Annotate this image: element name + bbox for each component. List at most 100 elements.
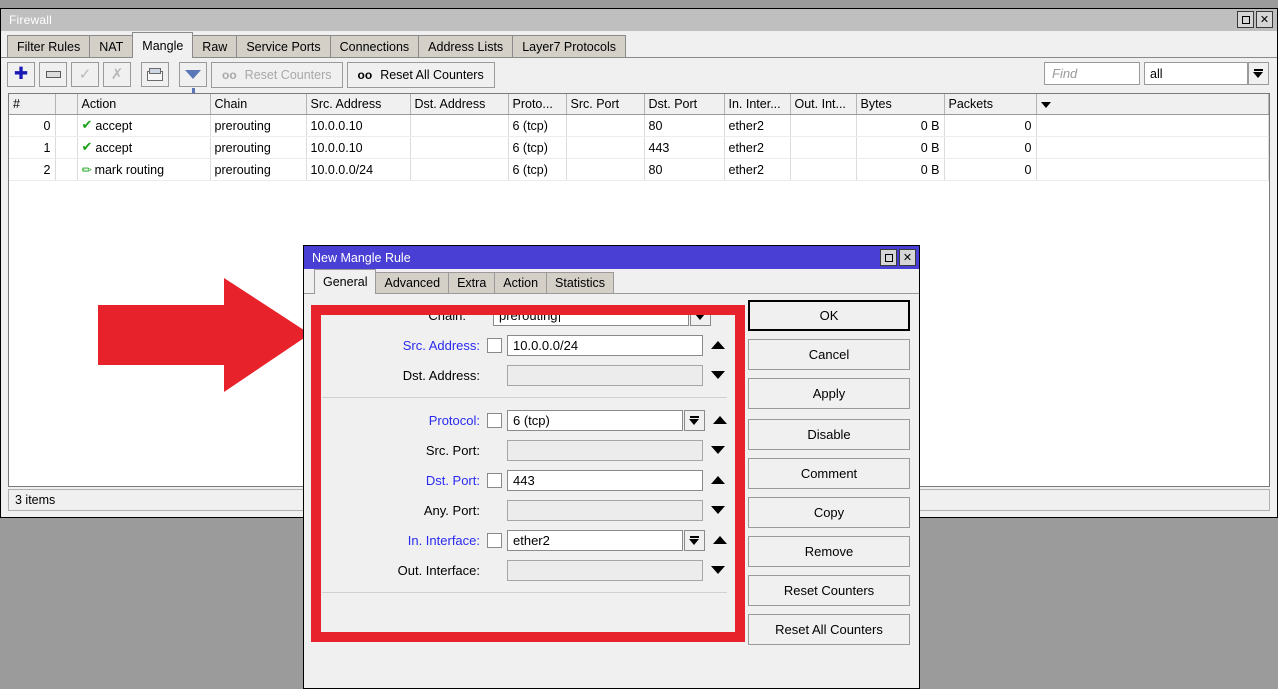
dst-port-checkbox[interactable]: [487, 472, 502, 488]
find-input[interactable]: Find: [1044, 62, 1140, 85]
firewall-toolbar: ✚ ✓ ✗ oo Reset Counters oo Reset All Cou…: [1, 58, 1277, 94]
remove-button[interactable]: Remove: [748, 536, 910, 567]
field-row-in-interface: In. Interface: ether2: [312, 525, 737, 555]
filter-button[interactable]: [179, 62, 207, 94]
cell-action: ✔ accept: [77, 114, 211, 137]
col-src-address[interactable]: Src. Address: [306, 94, 411, 115]
col-src-port[interactable]: Src. Port: [566, 94, 645, 115]
col-dst-port[interactable]: Dst. Port: [644, 94, 725, 115]
maximize-icon[interactable]: [880, 249, 897, 266]
maximize-icon[interactable]: [1237, 11, 1254, 28]
src-port-expander-icon[interactable]: [707, 440, 729, 460]
firewall-tabs: Filter Rules NAT Mangle Raw Service Port…: [1, 31, 1277, 58]
column-chooser-icon[interactable]: [1036, 94, 1269, 115]
dialog-tab-general[interactable]: General: [314, 269, 377, 294]
in-interface-input[interactable]: ether2: [507, 529, 683, 551]
table-row[interactable]: 2 ✎ mark routing prerouting 10.0.0.0/24 6…: [9, 158, 1269, 181]
tab-connections[interactable]: Connections: [329, 35, 420, 57]
any-port-label: Any. Port:: [423, 502, 480, 518]
check-icon: ✓: [78, 65, 92, 83]
col-chain[interactable]: Chain: [210, 94, 307, 115]
pencil-icon: ✎: [78, 160, 96, 179]
col-action[interactable]: Action: [77, 94, 211, 115]
tab-layer7-protocols[interactable]: Layer7 Protocols: [512, 35, 626, 57]
tab-filter-rules[interactable]: Filter Rules: [7, 35, 91, 57]
tab-address-lists[interactable]: Address Lists: [418, 35, 514, 57]
dialog-tab-action[interactable]: Action: [494, 272, 548, 293]
cell-dst-address: [410, 114, 509, 137]
tab-nat[interactable]: NAT: [89, 35, 134, 57]
find-scope-dropdown-icon[interactable]: [1248, 62, 1269, 85]
protocol-input[interactable]: 6 (tcp): [507, 409, 683, 431]
col-index[interactable]: #: [9, 94, 56, 115]
col-protocol[interactable]: Proto...: [508, 94, 567, 115]
close-icon[interactable]: ✕: [1256, 11, 1273, 28]
chain-dropdown-icon[interactable]: [690, 304, 711, 326]
cell-action: ✎ mark routing: [77, 158, 211, 181]
tab-raw[interactable]: Raw: [192, 35, 238, 57]
any-port-expander-icon[interactable]: [707, 500, 729, 520]
protocol-expander-icon[interactable]: [709, 410, 731, 430]
in-interface-dropdown-icon[interactable]: [684, 529, 705, 551]
protocol-label: Protocol:: [428, 412, 480, 428]
cell-out-interface: [790, 136, 857, 159]
reset-counters-button[interactable]: Reset Counters: [748, 575, 910, 606]
dst-address-input[interactable]: [507, 364, 703, 386]
cancel-button[interactable]: Cancel: [748, 339, 910, 370]
in-interface-expander-icon[interactable]: [709, 530, 731, 550]
dst-address-expander-icon[interactable]: [707, 365, 729, 385]
col-bytes[interactable]: Bytes: [856, 94, 945, 115]
comment-button[interactable]: Comment: [748, 458, 910, 489]
dst-port-expander-icon[interactable]: [707, 470, 729, 490]
add-button[interactable]: ✚: [7, 62, 35, 87]
plus-icon: ✚: [13, 64, 29, 84]
reset-all-counters-button[interactable]: oo Reset All Counters: [346, 61, 495, 88]
comment-button[interactable]: [141, 62, 169, 87]
src-port-input[interactable]: [507, 439, 703, 461]
copy-button[interactable]: Copy: [748, 497, 910, 528]
protocol-checkbox[interactable]: [487, 412, 502, 428]
col-packets[interactable]: Packets: [944, 94, 1037, 115]
out-interface-input[interactable]: [507, 559, 703, 581]
any-port-input[interactable]: [507, 499, 703, 521]
col-dst-address[interactable]: Dst. Address: [410, 94, 509, 115]
cell-packets: 0: [944, 114, 1037, 137]
col-flags[interactable]: [55, 94, 78, 115]
tab-mangle[interactable]: Mangle: [132, 32, 194, 58]
field-row-out-interface: Out. Interface:: [312, 555, 737, 585]
tab-service-ports[interactable]: Service Ports: [236, 35, 331, 57]
src-address-input[interactable]: 10.0.0.0/24: [507, 334, 703, 356]
cell-src-address: 10.0.0.10: [306, 136, 411, 159]
cell-protocol: 6 (tcp): [508, 136, 567, 159]
table-row[interactable]: 0 ✔ accept prerouting 10.0.0.10 6 (tcp) 8…: [9, 114, 1269, 137]
src-address-checkbox[interactable]: [487, 337, 502, 353]
src-address-label: Src. Address:: [402, 337, 480, 353]
field-row-src-port: Src. Port:: [312, 435, 737, 465]
remove-button[interactable]: [39, 62, 67, 87]
dialog-tab-advanced[interactable]: Advanced: [375, 272, 450, 293]
cell-bytes: 0 B: [856, 136, 945, 159]
dialog-tab-statistics[interactable]: Statistics: [546, 272, 615, 293]
close-icon[interactable]: ✕: [899, 249, 916, 266]
disable-button[interactable]: Disable: [748, 419, 910, 450]
chain-input[interactable]: prerouting: [493, 304, 689, 326]
find-scope-select[interactable]: all: [1144, 62, 1248, 85]
protocol-dropdown-icon[interactable]: [684, 409, 705, 431]
col-in-interface[interactable]: In. Inter...: [724, 94, 791, 115]
reset-all-counters-button[interactable]: Reset All Counters: [748, 614, 910, 645]
new-mangle-rule-dialog: New Mangle Rule ✕ General Advanced Extra…: [303, 245, 920, 689]
col-out-interface[interactable]: Out. Int...: [790, 94, 857, 115]
dst-port-input[interactable]: 443: [507, 469, 703, 491]
out-interface-expander-icon[interactable]: [707, 560, 729, 580]
apply-button[interactable]: Apply: [748, 378, 910, 409]
reset-counters-label: Reset Counters: [244, 67, 332, 82]
ok-button[interactable]: OK: [748, 300, 910, 331]
dialog-tab-extra[interactable]: Extra: [448, 272, 496, 293]
in-interface-checkbox[interactable]: [487, 532, 502, 548]
form-divider: [322, 397, 727, 398]
table-row[interactable]: 1 ✔ accept prerouting 10.0.0.10 6 (tcp) 4…: [9, 136, 1269, 159]
src-address-expander-icon[interactable]: [707, 335, 729, 355]
check-icon: ✔: [81, 118, 93, 133]
dialog-body: General Advanced Extra Action Statistics…: [304, 269, 919, 689]
window-title: Firewall: [9, 13, 52, 27]
